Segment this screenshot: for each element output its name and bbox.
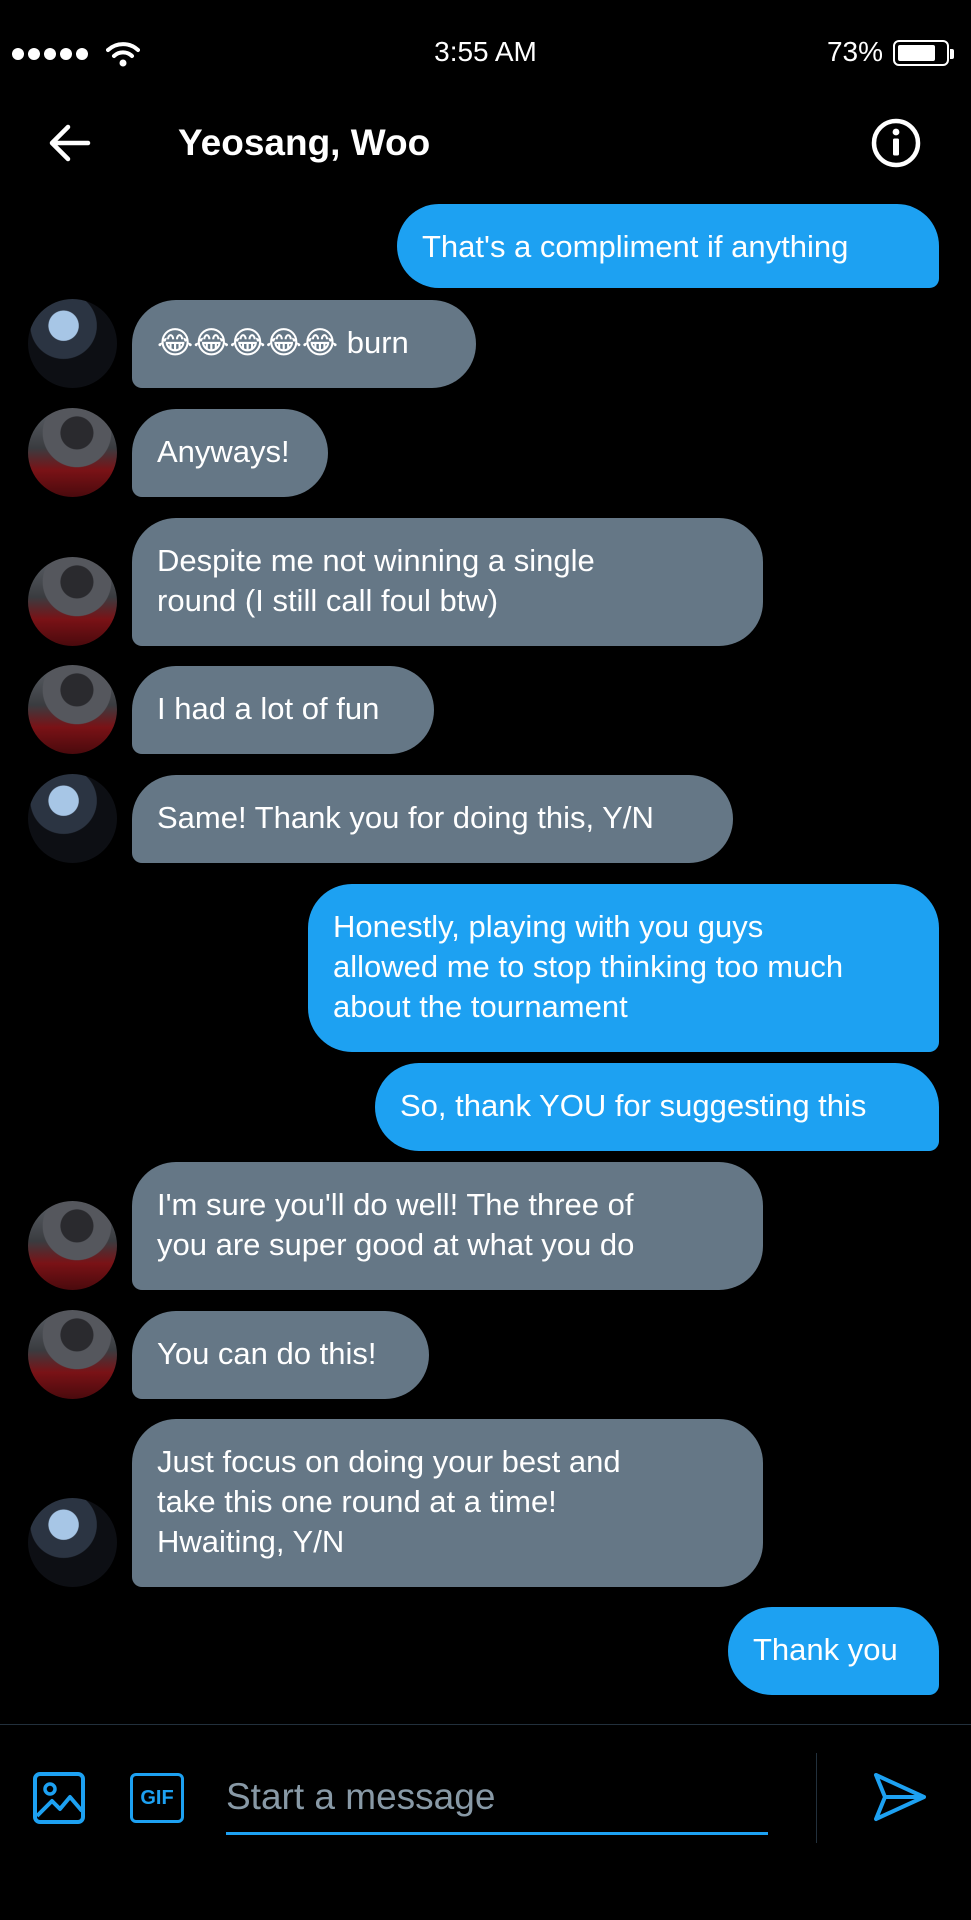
status-time: 3:55 AM	[434, 36, 537, 67]
status-bar: 3:55 AM 73%	[0, 0, 971, 105]
battery-icon	[893, 40, 954, 66]
conversation-title: Yeosang, Woo	[178, 122, 431, 163]
composer-divider	[816, 1753, 817, 1843]
gif-button[interactable]: GIF	[130, 1773, 184, 1823]
send-button[interactable]	[872, 1769, 928, 1825]
battery-percent: 73%	[826, 36, 883, 67]
message-bubble-outgoing[interactable]: Thank you	[728, 1607, 939, 1695]
message-row-outgoing: Thank you	[0, 205, 971, 1725]
add-photo-button[interactable]	[32, 1771, 86, 1825]
send-icon	[874, 1773, 926, 1821]
info-button[interactable]	[868, 113, 924, 173]
conversation-header: Yeosang, Woo	[0, 105, 971, 205]
message-list[interactable]: That's a compliment if anything 😂😂😂😂😂 bur…	[0, 204, 971, 1725]
message-composer: GIF	[0, 1724, 971, 1920]
arrow-left-icon	[49, 124, 91, 162]
image-icon	[33, 1772, 85, 1824]
back-button[interactable]	[42, 115, 98, 171]
info-icon	[871, 118, 921, 168]
message-input[interactable]	[226, 1761, 768, 1835]
